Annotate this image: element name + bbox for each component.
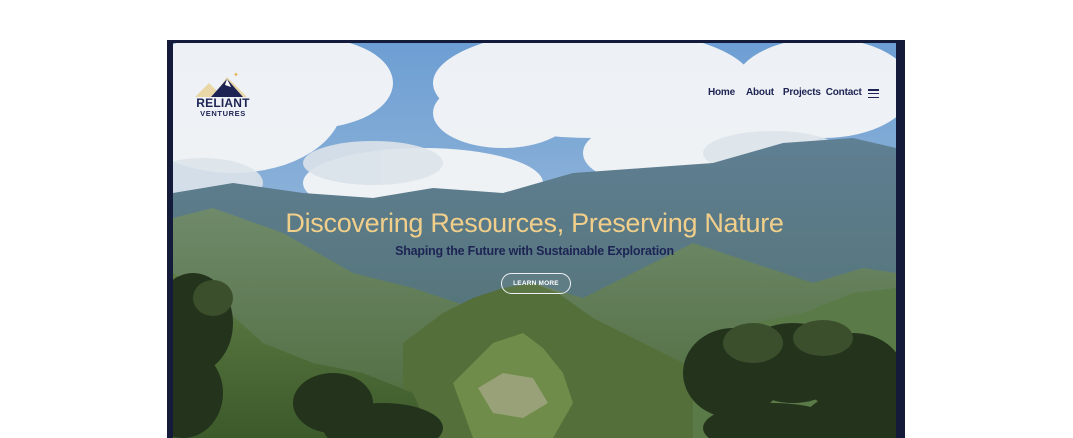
brand-logo-text[interactable]: RELIANT VENTURES — [193, 97, 253, 118]
learn-more-button[interactable]: LEARN MORE — [501, 273, 571, 294]
main-nav: Home About Projects Contact — [708, 87, 862, 98]
hero-headline: Discovering Resources, Preserving Nature — [285, 208, 784, 238]
nav-item-contact[interactable]: Contact — [826, 87, 862, 98]
nav-item-about[interactable]: About — [746, 87, 774, 98]
brand-name-line2: VENTURES — [200, 109, 246, 118]
hero-subheadline: Shaping the Future with Sustainable Expl… — [395, 244, 674, 258]
brand-name-line1: RELIANT — [196, 96, 250, 110]
hero-banner: ✦ RELIANT VENTURES Home About Projects C… — [173, 43, 896, 438]
nav-item-home[interactable]: Home — [708, 87, 735, 98]
hero-background-image — [173, 43, 896, 438]
svg-text:✦: ✦ — [233, 71, 239, 79]
nav-item-projects[interactable]: Projects — [783, 87, 821, 98]
hero-frame: ✦ RELIANT VENTURES Home About Projects C… — [167, 40, 905, 438]
hamburger-menu-icon[interactable] — [868, 89, 879, 99]
